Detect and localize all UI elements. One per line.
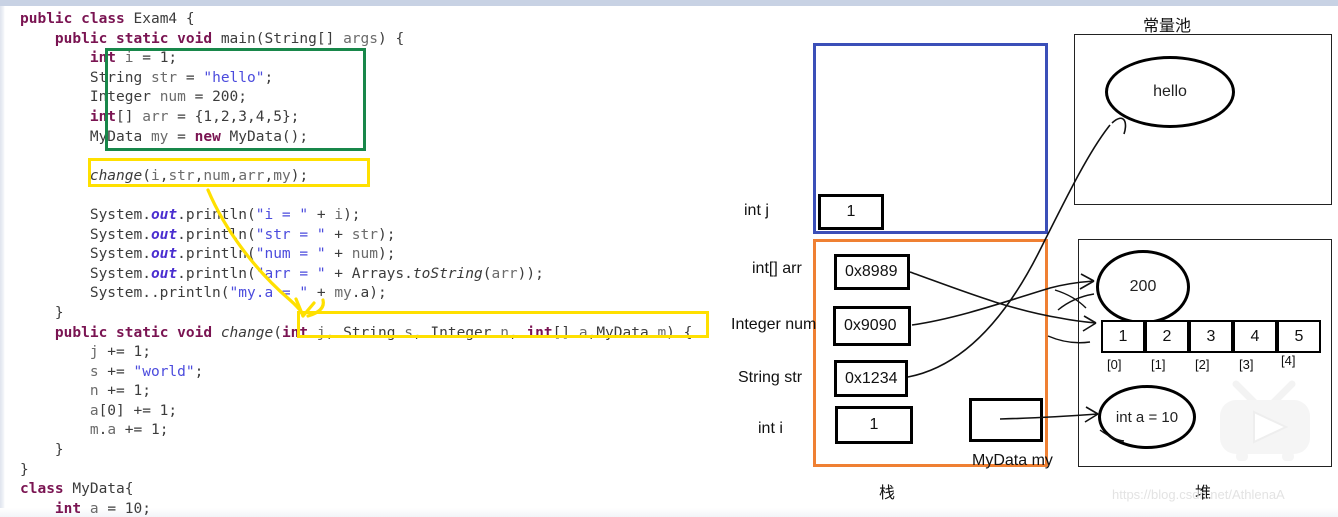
bilibili-tv-play-icon <box>1220 380 1310 461</box>
stack-var-label-int-j: int j <box>744 202 769 219</box>
constant-pool-entry-hello: hello <box>1105 56 1235 128</box>
stack-var-label-num: Integer num <box>731 316 817 333</box>
heap-integer-object: 200 <box>1096 250 1190 324</box>
heap-array-cell-3: 4 <box>1233 320 1277 353</box>
stack-var-value-int-j: 1 <box>818 194 884 230</box>
screenshot-root: public class Exam4 { public static void … <box>0 0 1338 517</box>
heap-array-index-4: [4] <box>1281 353 1296 368</box>
heap-array-index-1: [1] <box>1151 357 1166 372</box>
stack-var-value-my <box>969 398 1043 442</box>
watermark-url: https://blog.csdn.net/AthlenaA <box>1112 487 1285 502</box>
stack-var-label-str: String str <box>738 369 803 386</box>
stack-var-label-i: int i <box>758 420 783 437</box>
jvm-memory-diagram: int j 1 int[] arr 0x8989 Integer num 0x9… <box>0 0 1338 517</box>
heap-array-cell-2: 3 <box>1189 320 1233 353</box>
stack-var-value-i: 1 <box>835 406 913 444</box>
heap-array-cell-1: 2 <box>1145 320 1189 353</box>
stack-var-value-arr: 0x8989 <box>834 254 910 290</box>
stack-var-value-str: 0x1234 <box>834 360 908 397</box>
heap-array-index-3: [3] <box>1239 357 1254 372</box>
heap-array-cell-4: 5 <box>1277 320 1321 353</box>
constant-pool-title: 常量池 <box>1143 16 1192 35</box>
heap-array-index-2: [2] <box>1195 357 1210 372</box>
heap-array-cell-0: 1 <box>1101 320 1145 353</box>
heap-mydata-object: int a = 10 <box>1098 385 1196 449</box>
stack-region-label: 栈 <box>879 483 896 502</box>
stack-var-label-arr: int[] arr <box>752 260 802 277</box>
stack-var-label-my: MyData my <box>972 452 1053 469</box>
heap-array-index-0: [0] <box>1107 357 1122 372</box>
stack-var-value-num: 0x9090 <box>833 306 911 346</box>
